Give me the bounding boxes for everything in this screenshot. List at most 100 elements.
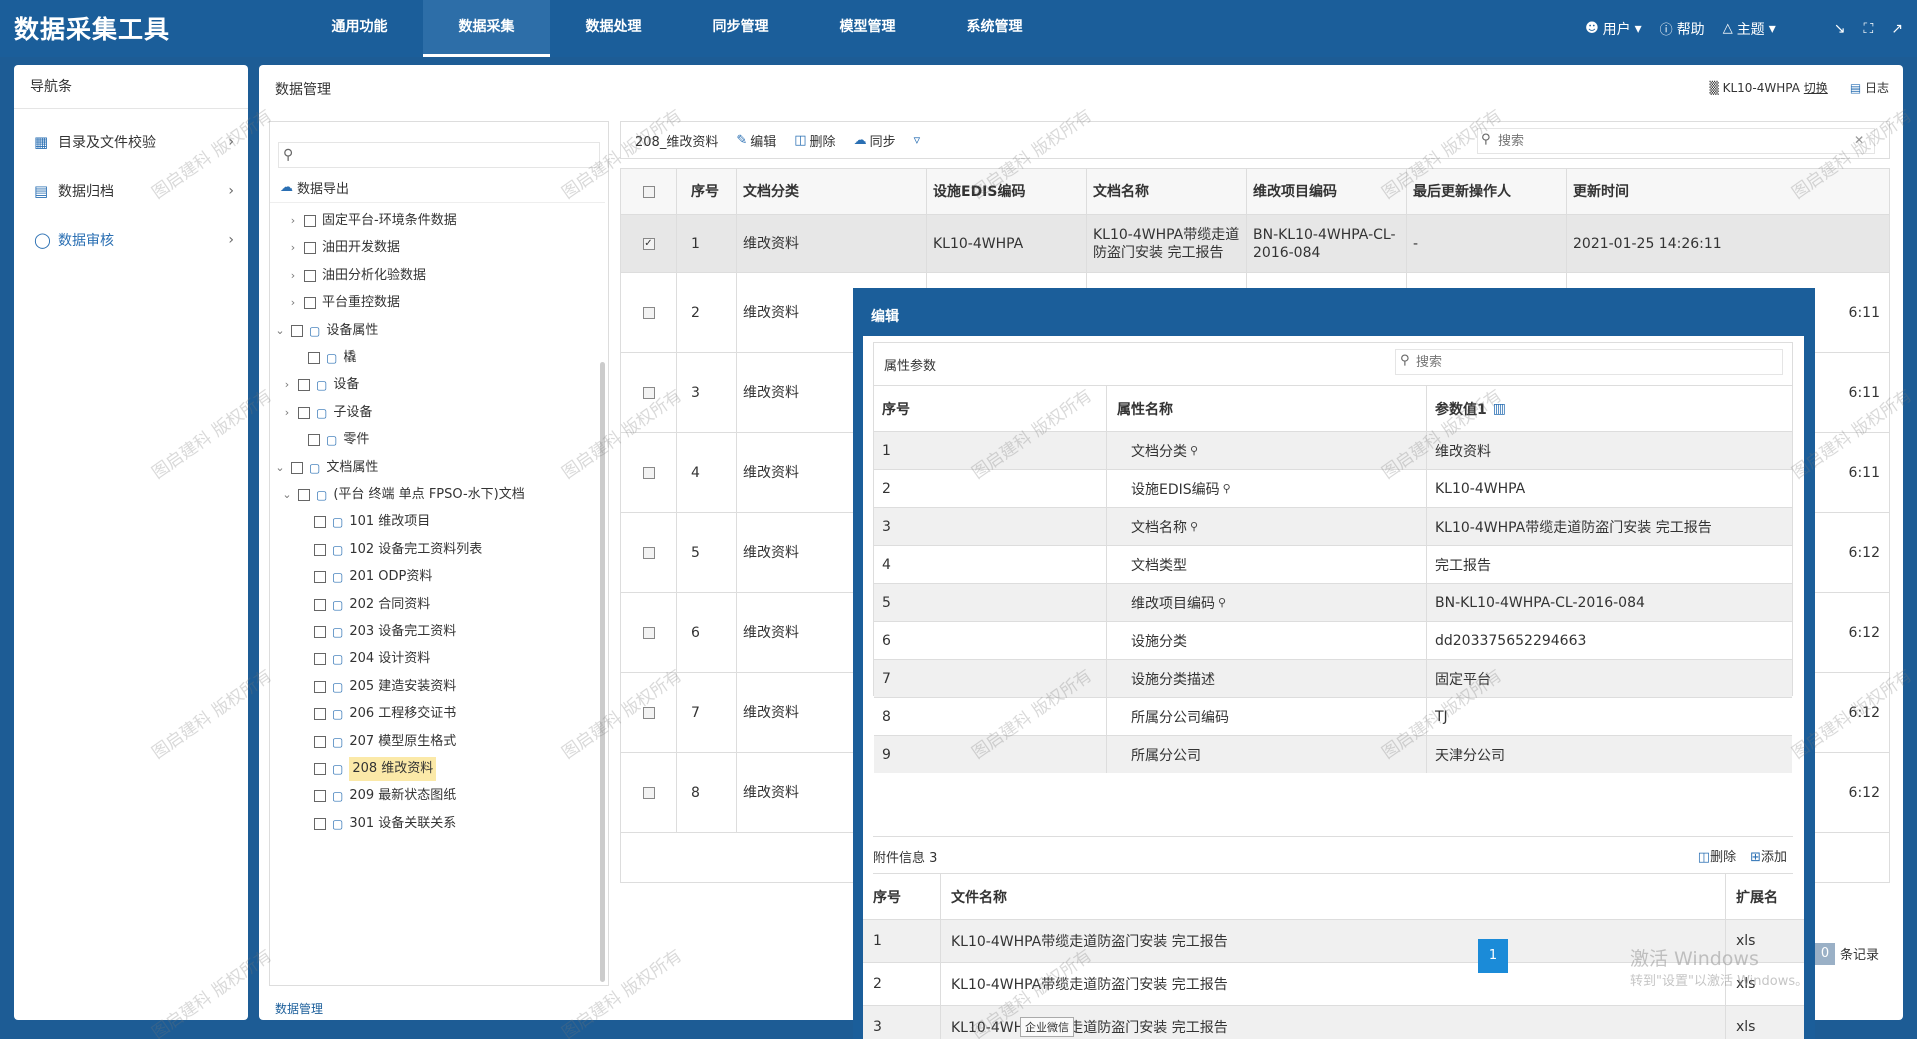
select-all-checkbox[interactable] — [642, 185, 655, 198]
edit-button[interactable]: ✎ 编辑 — [736, 131, 776, 150]
tree-node[interactable]: ▢ 207 模型原生格式 — [298, 730, 456, 754]
tree-scrollbar[interactable] — [600, 362, 605, 982]
property-row[interactable]: 3 文档名称 ⚲ KL10-4WHPA带缆走道防盗门安装 完工报告 — [874, 507, 1792, 545]
tree-node[interactable]: ▢ 205 建造安装资料 — [298, 675, 456, 699]
row-checkbox[interactable] — [642, 786, 655, 799]
table-row[interactable]: ✓ 1 维改资料 KL10-4WHPA KL10-4WHPA带缆走道防盗门安装 完工报告… — [621, 215, 1889, 273]
tree-node[interactable]: ▢ 201 ODP资料 — [298, 565, 432, 589]
tree-checkbox[interactable] — [298, 379, 310, 392]
bottom-tab[interactable]: 数据管理 — [275, 1000, 323, 1017]
attachment-delete-button[interactable]: ◫删除 — [1698, 846, 1736, 865]
tree-node[interactable]: ▢ 206 工程移交证书 — [298, 702, 456, 726]
tree-node[interactable]: › 固定平台-环境条件数据 — [288, 209, 457, 233]
attachment-add-button[interactable]: ⊞添加 — [1750, 846, 1787, 865]
sync-button[interactable]: ☁ 同步 — [854, 131, 896, 150]
tree-checkbox[interactable] — [314, 735, 326, 748]
property-row[interactable]: 5 维改项目编码 ⚲ BN-KL10-4WHPA-CL-2016-084 — [874, 583, 1792, 621]
tree-checkbox[interactable] — [314, 790, 326, 803]
tree-node[interactable]: ▢ 零件 — [292, 428, 369, 452]
tree-checkbox[interactable] — [314, 516, 326, 529]
chevron-icon[interactable]: › — [288, 209, 298, 233]
tree-node[interactable]: ▢ 209 最新状态图纸 — [298, 784, 456, 808]
tree-checkbox[interactable] — [291, 461, 303, 474]
tree-node[interactable]: ⌄ ▢ (平台 终端 单点 FPSO-水下)文档 — [282, 483, 524, 507]
tree-node[interactable]: ▢ 101 维改项目 — [298, 510, 430, 534]
data-export-button[interactable]: ☁ 数据导出 — [280, 178, 349, 197]
tree-checkbox[interactable] — [314, 680, 326, 693]
property-value[interactable]: TJ — [1427, 698, 1792, 735]
tree-checkbox[interactable] — [291, 324, 303, 337]
nav-item-general[interactable]: 通用功能 — [296, 0, 423, 57]
tree-node[interactable]: ▢ 208 维改资料 — [298, 757, 437, 781]
tree-checkbox[interactable] — [304, 242, 316, 255]
tree-checkbox[interactable] — [314, 626, 326, 638]
shrink-icon[interactable]: ↘ — [1834, 21, 1846, 37]
grid-search-input[interactable] — [1498, 132, 1848, 150]
row-checkbox[interactable] — [642, 386, 655, 399]
sidebar-item-archive[interactable]: ▤ 数据归档 › — [14, 166, 248, 215]
property-row[interactable]: 9 所属分公司 天津分公司 — [874, 735, 1792, 773]
delete-button[interactable]: ◫ 删除 — [794, 131, 835, 150]
switch-link[interactable]: 切换 — [1804, 81, 1828, 95]
tree-node[interactable]: ▢ 102 设备完工资料列表 — [298, 538, 482, 562]
row-checkbox[interactable] — [642, 466, 655, 479]
tree-search-input[interactable]: ⚲ — [278, 142, 600, 168]
property-value[interactable]: dd203375652294663 — [1427, 622, 1792, 659]
tree-checkbox[interactable] — [314, 817, 326, 830]
property-value[interactable]: 完工报告 — [1427, 546, 1792, 583]
property-value[interactable]: 固定平台 — [1427, 660, 1792, 697]
tree-node[interactable]: › 油田开发数据 — [288, 236, 400, 260]
tree-checkbox[interactable] — [308, 434, 320, 447]
row-checkbox[interactable]: ✓ — [642, 237, 655, 250]
tree-node[interactable]: ▢ 301 设备关联关系 — [298, 812, 456, 836]
property-value[interactable]: KL10-4WHPA — [1427, 470, 1792, 507]
tree-node[interactable]: › 油田分析化验数据 — [288, 264, 426, 288]
nav-item-sync[interactable]: 同步管理 — [677, 0, 804, 57]
tree-checkbox[interactable] — [314, 653, 326, 666]
tree-node[interactable]: ▢ 橇 — [292, 346, 356, 370]
theme-menu[interactable]: △ 主题 ▾ — [1723, 19, 1776, 39]
property-row[interactable]: 2 设施EDIS编码 ⚲ KL10-4WHPA — [874, 469, 1792, 507]
tree-checkbox[interactable] — [298, 406, 310, 419]
close-icon[interactable]: ✕ — [1854, 133, 1864, 147]
property-value[interactable]: KL10-4WHPA带缆走道防盗门安装 完工报告 — [1427, 508, 1792, 545]
property-row[interactable]: 8 所属分公司编码 TJ — [874, 697, 1792, 735]
chevron-icon[interactable]: › — [288, 264, 298, 288]
log-button[interactable]: ▤ 日志 — [1850, 79, 1889, 96]
user-menu[interactable]: ☻ 用户 ▾ — [1585, 19, 1642, 39]
properties-search-input[interactable] — [1416, 353, 1776, 371]
tree-node[interactable]: ▢ 202 合同资料 — [298, 593, 430, 617]
nav-item-system[interactable]: 系统管理 — [931, 0, 1058, 57]
chevron-icon[interactable]: ⌄ — [275, 456, 285, 480]
tree-node[interactable]: ▢ 204 设计资料 — [298, 647, 430, 671]
chevron-icon[interactable]: ⌄ — [275, 319, 285, 343]
tree-node[interactable]: ▢ 203 设备完工资料 — [298, 620, 456, 644]
tree-checkbox[interactable] — [314, 708, 326, 721]
property-row[interactable]: 7 设施分类描述 固定平台 — [874, 659, 1792, 697]
tree-checkbox[interactable] — [314, 571, 326, 584]
facility-switch[interactable]: ▒ KL10-4WHPA 切换 — [1710, 79, 1828, 96]
tree-checkbox[interactable] — [308, 352, 320, 364]
chevron-icon[interactable]: › — [288, 236, 298, 260]
tree-node[interactable]: ⌄ ▢ 设备属性 — [275, 319, 378, 343]
sidebar-item-catalog-check[interactable]: ▦ 目录及文件校验 › — [14, 117, 248, 166]
tree-node[interactable]: › 平台重控数据 — [288, 291, 400, 315]
tree-checkbox[interactable] — [314, 598, 326, 611]
property-row[interactable]: 1 文档分类 ⚲ 维改资料 — [874, 431, 1792, 469]
nav-item-model[interactable]: 模型管理 — [804, 0, 931, 57]
tree-checkbox[interactable] — [314, 543, 326, 556]
filter-button[interactable]: ▿ — [914, 133, 921, 148]
row-checkbox[interactable] — [642, 306, 655, 319]
tree-checkbox[interactable] — [304, 269, 316, 282]
property-row[interactable]: 4 文档类型 完工报告 — [874, 545, 1792, 583]
tree-checkbox[interactable] — [304, 297, 316, 310]
chevron-icon[interactable]: ⌄ — [282, 483, 292, 507]
tree-checkbox[interactable] — [304, 215, 316, 227]
attachment-row[interactable]: 1 KL10-4WHPA带缆走道防盗门安装 完工报告 xls — [863, 920, 1804, 963]
tree-checkbox[interactable] — [298, 489, 310, 501]
row-checkbox[interactable] — [642, 546, 655, 559]
sidebar-item-review[interactable]: ◯ 数据审核 › — [14, 215, 248, 264]
attachment-row[interactable]: 3 KL10-4WHPA带缆走道防盗门安装 完工报告 xls — [863, 1006, 1804, 1039]
chevron-icon[interactable]: › — [288, 291, 298, 315]
tree-node[interactable]: › ▢ 设备 — [282, 373, 360, 397]
